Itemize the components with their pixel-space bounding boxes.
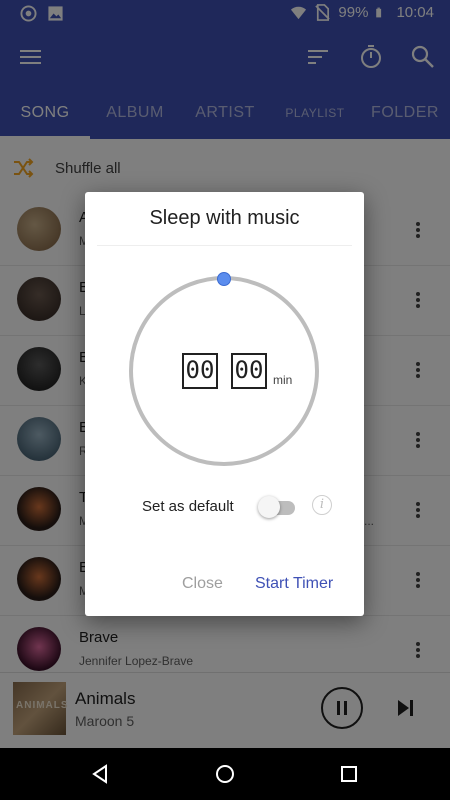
timer-dial-knob[interactable]	[217, 272, 231, 286]
set-default-toggle-thumb[interactable]	[258, 496, 280, 518]
recents-icon[interactable]	[337, 762, 361, 786]
system-nav-bar	[0, 748, 450, 800]
dialog-title: Sleep with music	[149, 207, 300, 229]
sleep-timer-dialog: Sleep with music 00 00 min Set as defaul…	[85, 192, 364, 616]
hours-display: 00	[182, 353, 218, 389]
info-icon[interactable]: i	[312, 495, 332, 515]
minutes-display: 00	[231, 353, 267, 389]
set-default-label: Set as default	[142, 498, 234, 515]
minutes-unit: min	[273, 373, 293, 387]
close-button[interactable]: Close	[182, 575, 223, 593]
back-icon[interactable]	[88, 762, 112, 786]
start-timer-button[interactable]: Start Timer	[255, 575, 333, 593]
home-icon[interactable]	[213, 762, 237, 786]
dialog-divider	[97, 245, 352, 246]
timer-dial[interactable]	[129, 276, 319, 466]
